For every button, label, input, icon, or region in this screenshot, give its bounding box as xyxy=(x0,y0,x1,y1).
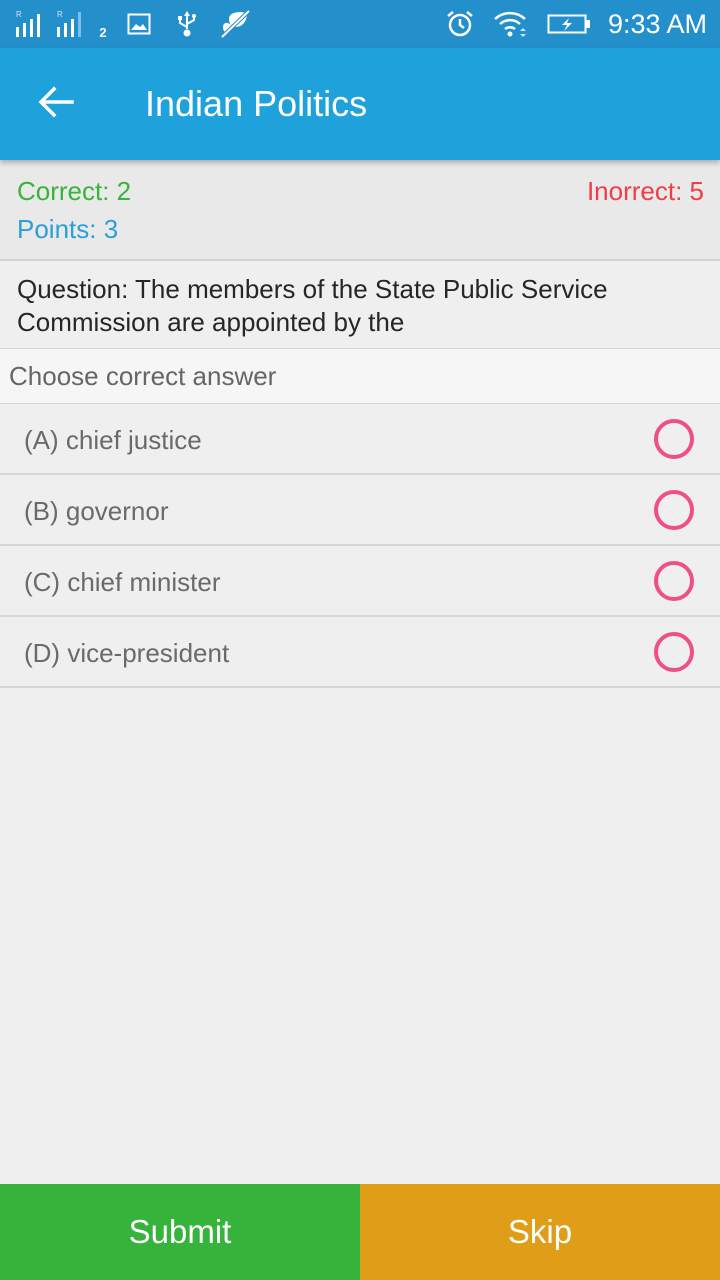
image-icon xyxy=(126,8,152,40)
radio-button[interactable] xyxy=(654,490,694,530)
sim2-label: 2 xyxy=(99,24,107,40)
status-time: 9:33 AM xyxy=(607,9,707,39)
correct-count: Correct: 2 xyxy=(17,176,132,206)
alarm-icon xyxy=(444,8,476,40)
status-bar: R R 2 9:33 AM xyxy=(0,0,720,48)
option-label: (C) chief minister xyxy=(24,567,221,597)
question-text: Question: The members of the State Publi… xyxy=(0,261,720,349)
option-c[interactable]: (C) chief minister xyxy=(0,546,720,617)
bottom-action-bar: Submit Skip xyxy=(0,1184,720,1280)
points-count: Points: 3 xyxy=(17,214,119,244)
radio-button[interactable] xyxy=(654,561,694,601)
option-label: (B) governor xyxy=(24,496,169,526)
option-a[interactable]: (A) chief justice xyxy=(0,404,720,475)
choose-answer-label: Choose correct answer xyxy=(0,349,720,404)
signal-sim1-icon: R xyxy=(15,8,49,40)
option-b[interactable]: (B) governor xyxy=(0,475,720,546)
wifi-icon xyxy=(492,8,530,40)
radio-button[interactable] xyxy=(654,632,694,672)
answer-options: (A) chief justice (B) governor (C) chief… xyxy=(0,404,720,688)
battery-charging-icon xyxy=(546,8,592,40)
score-panel: Correct: 2 Inorrect: 5 Points: 3 xyxy=(0,160,720,261)
page-title: Indian Politics xyxy=(145,83,368,124)
app-bar: Indian Politics xyxy=(0,48,720,160)
svg-text:R: R xyxy=(57,10,63,19)
option-label: (A) chief justice xyxy=(24,425,202,455)
leaf-off-icon xyxy=(218,8,252,40)
radio-button[interactable] xyxy=(654,419,694,459)
arrow-left-icon xyxy=(38,86,74,123)
back-button[interactable] xyxy=(24,76,88,132)
option-d[interactable]: (D) vice-president xyxy=(0,617,720,688)
skip-button[interactable]: Skip xyxy=(360,1184,720,1280)
option-label: (D) vice-president xyxy=(24,638,230,668)
incorrect-count: Inorrect: 5 xyxy=(586,176,704,206)
usb-icon xyxy=(174,8,200,40)
svg-text:R: R xyxy=(16,10,22,19)
signal-sim2-icon: R xyxy=(56,8,90,40)
submit-button[interactable]: Submit xyxy=(0,1184,360,1280)
